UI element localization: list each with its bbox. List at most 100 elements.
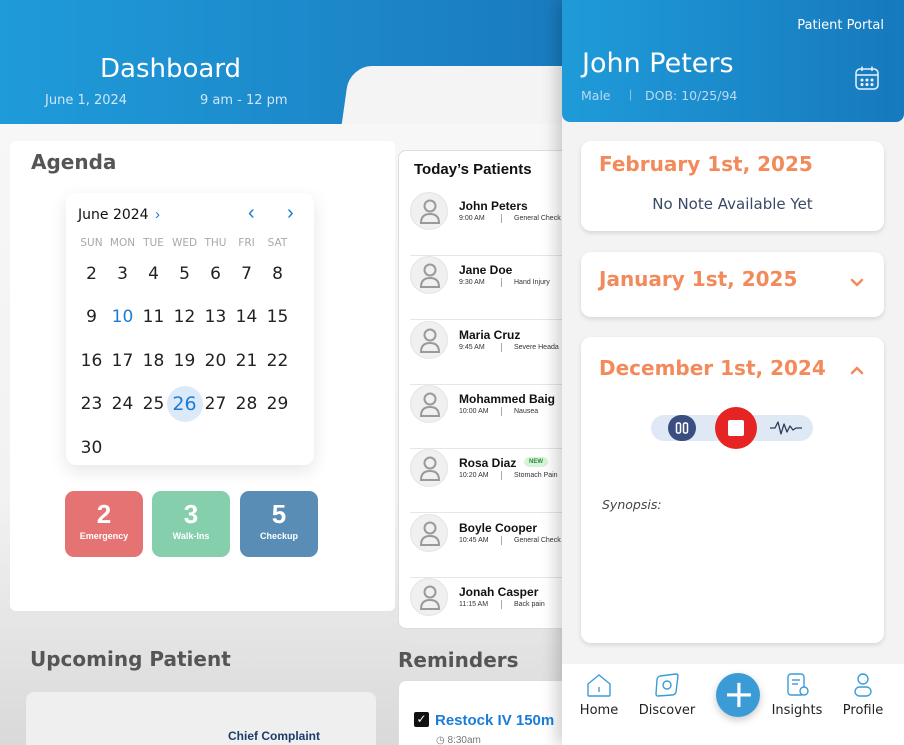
stat-label: Walk-Ins: [172, 531, 210, 541]
stop-button[interactable]: [715, 407, 757, 449]
person-icon: [419, 199, 441, 224]
patient-reason: Hand Injury: [514, 279, 550, 287]
patient-row[interactable]: Rosa Diaz 10:20 AM Stomach Pain NEW: [410, 449, 580, 514]
note-date: February 1st, 2025: [599, 152, 813, 176]
waveform-icon: [769, 418, 803, 443]
nav-label: Profile: [842, 703, 884, 718]
upcoming-patient-card[interactable]: [26, 692, 376, 745]
portal-label: Patient Portal: [797, 18, 884, 33]
chevron-right-icon[interactable]: ›: [155, 206, 160, 223]
nav-label: Discover: [638, 703, 696, 718]
calendar-day[interactable]: 4: [138, 257, 169, 291]
calendar-day[interactable]: 6: [200, 257, 231, 291]
add-button[interactable]: +: [716, 672, 760, 717]
bottom-nav: Home Discover + Insights Profile: [562, 664, 904, 745]
patient-portal-panel: Patient Portal John Peters Male | DOB: 1…: [562, 0, 904, 745]
divider: |: [629, 87, 633, 101]
calendar-day[interactable]: 17: [107, 344, 138, 378]
calendar-day[interactable]: 5: [169, 257, 200, 291]
patient-time: 9:30 AM: [459, 279, 485, 287]
note-empty-message: No Note Available Yet: [652, 195, 813, 213]
calendar-icon[interactable]: [854, 65, 880, 96]
calendar-day[interactable]: 29: [262, 387, 293, 421]
stat-emergency[interactable]: 2 Emergency: [65, 491, 143, 557]
avatar: [410, 449, 448, 488]
reminder-text[interactable]: Restock IV 150m: [435, 712, 554, 729]
calendar-day[interactable]: 3: [107, 257, 138, 291]
note-card-feb[interactable]: February 1st, 2025 No Note Available Yet: [581, 141, 884, 231]
weekday-label: MON: [109, 237, 136, 249]
calendar-day-selected[interactable]: 26: [166, 386, 203, 422]
patient-name: Rosa Diaz: [459, 456, 517, 471]
calendar-day[interactable]: 13: [200, 300, 231, 334]
stat-label: Emergency: [79, 531, 129, 541]
calendar-day[interactable]: 9: [76, 300, 107, 334]
calendar-day[interactable]: 25: [138, 387, 169, 421]
calendar-day[interactable]: 10: [107, 300, 138, 334]
patient-row[interactable]: John Peters 9:00 AM General Check: [410, 192, 580, 256]
patient-reason: Severe Heada: [514, 343, 559, 351]
calendar-day[interactable]: 22: [262, 344, 293, 378]
reminder-checkbox[interactable]: ✓: [414, 712, 429, 727]
calendar-day[interactable]: 20: [200, 344, 231, 378]
calendar-day[interactable]: 8: [262, 257, 293, 291]
stat-label: Checkup: [259, 531, 298, 541]
calendar: June 2024 › ‹ › SUN MON TUE WED THU FRI SAT 2 3 4…: [66, 193, 314, 465]
calendar-day[interactable]: 30: [76, 431, 107, 465]
pause-button[interactable]: [668, 415, 696, 441]
patient-row[interactable]: Maria Cruz 9:45 AM Severe Heada: [410, 320, 580, 385]
reminders-title: Reminders: [398, 648, 519, 672]
calendar-day[interactable]: 18: [138, 344, 169, 378]
weekday-label: TUE: [143, 237, 164, 249]
stat-checkup[interactable]: 5 Checkup: [240, 491, 318, 557]
nav-label: Home: [579, 703, 619, 718]
calendar-day[interactable]: 12: [169, 300, 200, 334]
calendar-day[interactable]: 21: [231, 344, 262, 378]
synopsis-label: Synopsis:: [602, 497, 662, 512]
calendar-day[interactable]: 28: [231, 387, 262, 421]
dashboard-date: June 1, 2024: [45, 93, 128, 108]
person-icon: [419, 328, 441, 353]
patient-reason: General Check: [514, 536, 561, 544]
divider: [501, 535, 502, 545]
weekday-label: THU: [204, 237, 227, 249]
patient-row[interactable]: Jane Doe 9:30 AM Hand Injury: [410, 256, 580, 321]
calendar-next-button[interactable]: ›: [287, 202, 294, 225]
calendar-day[interactable]: 15: [262, 300, 293, 334]
patient-name: John Peters: [459, 199, 528, 213]
weekday-label: SUN: [80, 237, 103, 249]
plus-icon: +: [723, 672, 755, 716]
patient-row[interactable]: Mohammed Baig 10:00 AM Nausea: [410, 384, 580, 449]
calendar-day[interactable]: 16: [76, 344, 107, 378]
calendar-prev-button[interactable]: ‹: [248, 202, 255, 225]
patient-row[interactable]: Jonah Casper 11:15 AM Back pain: [410, 577, 580, 642]
chevron-up-icon[interactable]: [850, 362, 864, 380]
upcoming-patient-title: Upcoming Patient: [30, 647, 231, 671]
chief-complaint-label: Chief Complaint: [228, 729, 320, 743]
chevron-down-icon[interactable]: [850, 275, 864, 293]
calendar-day[interactable]: 14: [231, 300, 262, 334]
compass-icon: [653, 672, 681, 703]
patient-name: Maria Cruz: [459, 327, 521, 342]
patient-reason: Nausea: [514, 407, 539, 415]
calendar-month-label[interactable]: June 2024: [78, 207, 149, 223]
patient-name: Jonah Casper: [459, 584, 539, 599]
calendar-day[interactable]: 27: [200, 387, 231, 421]
stat-value: 5: [271, 499, 287, 529]
dashboard-time-range: 9 am - 12 pm: [200, 93, 288, 108]
calendar-day[interactable]: 2: [76, 257, 107, 291]
patient-time: 9:45 AM: [459, 343, 485, 351]
avatar: [410, 192, 448, 230]
patient-row[interactable]: Boyle Cooper 10:45 AM General Check: [410, 513, 580, 578]
divider: [501, 406, 502, 416]
calendar-day[interactable]: 11: [138, 300, 169, 334]
calendar-day[interactable]: 7: [231, 257, 262, 291]
stop-icon: [728, 420, 744, 436]
calendar-day[interactable]: 23: [76, 387, 107, 421]
calendar-day[interactable]: 19: [169, 344, 200, 378]
stat-walk-ins[interactable]: 3 Walk-Ins: [152, 491, 230, 557]
reminder-time-text: 8:30am: [447, 735, 481, 745]
weekday-label: SAT: [267, 237, 288, 249]
calendar-day[interactable]: 24: [107, 387, 138, 421]
note-card-jan[interactable]: January 1st, 2025: [581, 252, 884, 317]
